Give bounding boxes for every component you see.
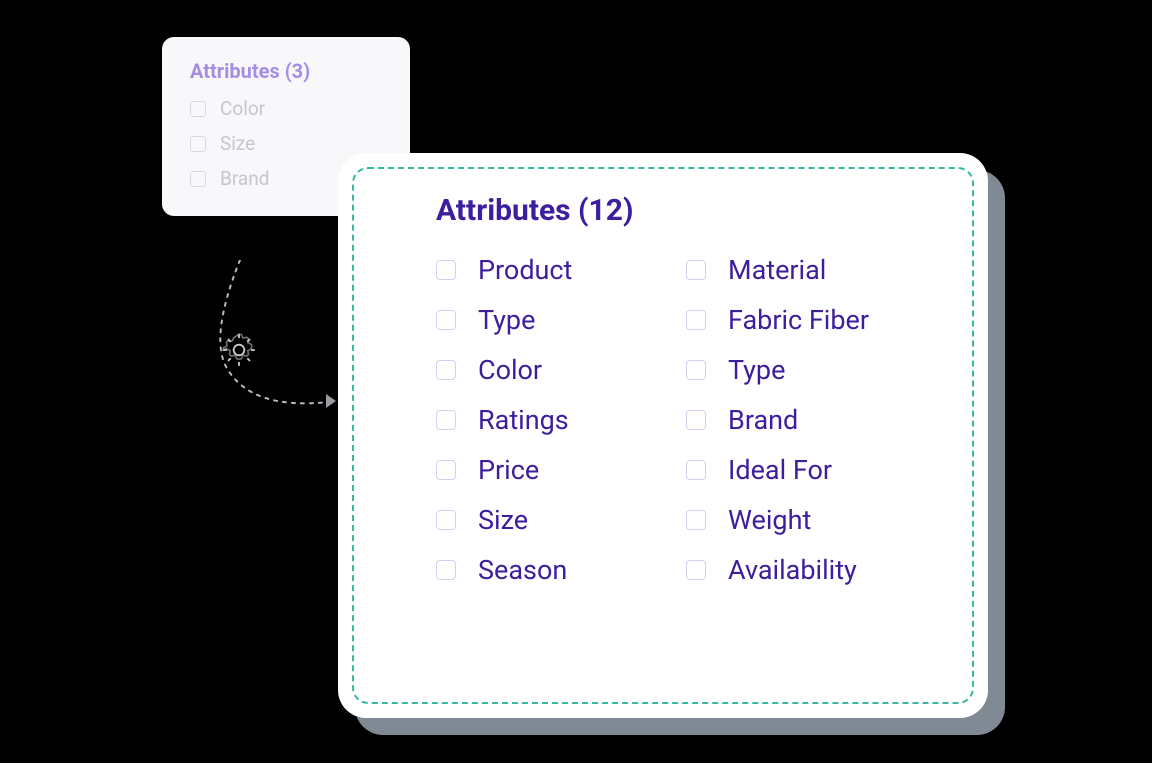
checkbox-icon[interactable]	[436, 360, 456, 380]
list-item[interactable]: Weight	[686, 504, 869, 536]
checkbox-icon[interactable]	[436, 310, 456, 330]
list-item[interactable]: Type	[686, 354, 869, 386]
attribute-label: Price	[478, 454, 539, 486]
attribute-label: Type	[728, 354, 785, 386]
checkbox-icon[interactable]	[436, 460, 456, 480]
checkbox-icon[interactable]	[686, 310, 706, 330]
small-panel-title: Attributes (3)	[190, 59, 382, 83]
checkbox-icon[interactable]	[190, 136, 206, 152]
attribute-label: Material	[728, 254, 826, 286]
arrowhead-icon	[326, 394, 336, 408]
checkbox-icon[interactable]	[436, 560, 456, 580]
attribute-label: Color	[478, 354, 542, 386]
attributes-column-2: Material Fabric Fiber Type Brand Ideal F…	[686, 254, 869, 586]
list-item[interactable]: Size	[190, 132, 382, 155]
attribute-label: Color	[220, 97, 265, 120]
list-item[interactable]: Brand	[686, 404, 869, 436]
attribute-label: Brand	[220, 167, 269, 190]
attribute-label: Brand	[728, 404, 798, 436]
checkbox-icon[interactable]	[436, 260, 456, 280]
checkbox-icon[interactable]	[686, 560, 706, 580]
attribute-label: Product	[478, 254, 572, 286]
checkbox-icon[interactable]	[686, 260, 706, 280]
attribute-label: Ratings	[478, 404, 569, 436]
list-item[interactable]: Price	[436, 454, 656, 486]
checkbox-icon[interactable]	[686, 410, 706, 430]
checkbox-icon[interactable]	[686, 360, 706, 380]
attributes-large-panel: Attributes (12) Product Type Color Ratin…	[338, 153, 988, 718]
list-item[interactable]: Season	[436, 554, 656, 586]
list-item[interactable]: Product	[436, 254, 656, 286]
attribute-label: Ideal For	[728, 454, 832, 486]
list-item[interactable]: Fabric Fiber	[686, 304, 869, 336]
list-item[interactable]: Size	[436, 504, 656, 536]
checkbox-icon[interactable]	[190, 171, 206, 187]
checkbox-icon[interactable]	[686, 460, 706, 480]
list-item[interactable]: Availability	[686, 554, 869, 586]
checkbox-icon[interactable]	[686, 510, 706, 530]
large-panel-title: Attributes (12)	[436, 193, 936, 228]
list-item[interactable]: Type	[436, 304, 656, 336]
checkbox-icon[interactable]	[190, 101, 206, 117]
attributes-column-1: Product Type Color Ratings Price Size Se…	[436, 254, 656, 586]
attribute-label: Weight	[728, 504, 811, 536]
attribute-label: Availability	[728, 554, 857, 586]
attribute-label: Size	[478, 504, 528, 536]
checkbox-icon[interactable]	[436, 410, 456, 430]
attribute-label: Size	[220, 132, 255, 155]
checkbox-icon[interactable]	[436, 510, 456, 530]
list-item[interactable]: Ratings	[436, 404, 656, 436]
attribute-label: Fabric Fiber	[728, 304, 869, 336]
gear-icon	[219, 330, 259, 370]
attribute-label: Type	[478, 304, 535, 336]
list-item[interactable]: Color	[190, 97, 382, 120]
list-item[interactable]: Ideal For	[686, 454, 869, 486]
list-item[interactable]: Color	[436, 354, 656, 386]
attribute-label: Season	[478, 554, 567, 586]
list-item[interactable]: Material	[686, 254, 869, 286]
